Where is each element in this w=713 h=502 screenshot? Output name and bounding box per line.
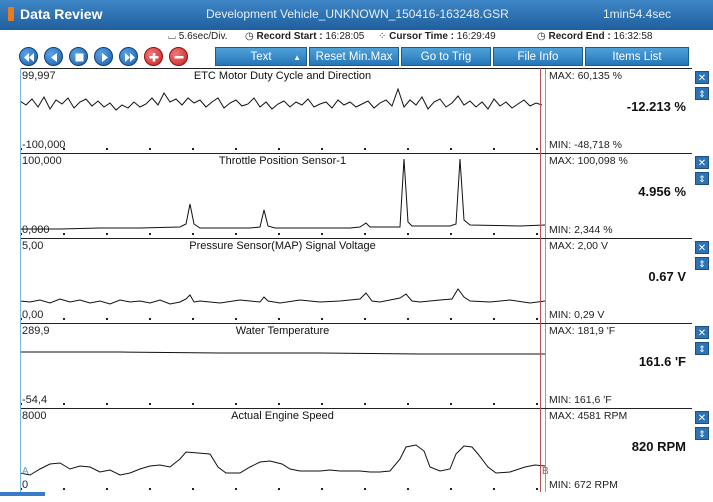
value-panel: MAX: 100,098 % 4.956 % MIN: 2,344 % ✕ ⇕ xyxy=(547,154,709,238)
go-to-trig-button[interactable]: Go to Trig xyxy=(401,47,491,66)
title-bar: Data Review Development Vehicle_UNKNOWN_… xyxy=(0,0,713,30)
reset-min-max-button[interactable]: Reset Min.Max xyxy=(309,47,399,66)
clock-icon: ◷ xyxy=(245,31,254,42)
toolbar: Text ▲ Reset Min.Max Go to Trig File Info… xyxy=(0,46,713,68)
close-icon[interactable]: ✕ xyxy=(695,156,709,169)
max-value: MAX: 2,00 V xyxy=(549,240,608,252)
close-icon[interactable]: ✕ xyxy=(695,326,709,339)
info-bar: ⌴ 5.6sec/Div. ◷ Record Start : 16:28:05 … xyxy=(0,30,713,46)
crosshair-icon: ⁘ xyxy=(378,31,387,42)
min-value: MIN: 672 RPM xyxy=(549,479,618,491)
expand-icon[interactable]: ⇕ xyxy=(695,87,709,100)
value-panel: MAX: 2,00 V 0.67 V MIN: 0,29 V ✕ ⇕ xyxy=(547,239,709,323)
min-value: MIN: 161,6 'F xyxy=(549,394,612,406)
value-panel: MAX: 181,9 'F 161.6 'F MIN: 161,6 'F ✕ ⇕ xyxy=(547,324,709,408)
add-button[interactable] xyxy=(144,47,163,66)
file-info-button[interactable]: File Info xyxy=(493,47,583,66)
min-value: MIN: -48,718 % xyxy=(549,139,622,151)
remove-icon xyxy=(174,56,184,59)
stop-icon xyxy=(75,53,84,62)
cursor-time: ⁘ Cursor Time : 16:29:49 xyxy=(378,31,496,42)
file-name: Development Vehicle_UNKNOWN_150416-16324… xyxy=(206,7,509,21)
min-value: MIN: 0,29 V xyxy=(549,309,605,321)
current-value: 161.6 'F xyxy=(638,354,686,369)
window-title: Data Review xyxy=(20,6,103,22)
fast-forward-icon xyxy=(125,53,135,62)
expand-icon[interactable]: ⇕ xyxy=(695,342,709,355)
close-icon[interactable]: ✕ xyxy=(695,71,709,84)
previous-button[interactable] xyxy=(44,47,63,66)
division-label: ⌴ 5.6sec/Div. xyxy=(168,31,228,42)
cursor-b-label: B xyxy=(542,466,549,477)
min-value: MIN: 2,344 % xyxy=(549,224,613,236)
chart-panel-map-voltage: Pressure Sensor(MAP) Signal Voltage 5,00… xyxy=(20,238,709,323)
max-value: MAX: 181,9 'F xyxy=(549,325,616,337)
play-button[interactable] xyxy=(94,47,113,66)
close-icon[interactable]: ✕ xyxy=(695,411,709,424)
stop-button[interactable] xyxy=(69,47,88,66)
signal-trace xyxy=(20,444,545,476)
fast-forward-button[interactable] xyxy=(119,47,138,66)
signal-trace xyxy=(20,87,543,111)
signal-trace xyxy=(20,288,545,305)
chart-panel-engine-speed: Actual Engine Speed 8000 0 MAX: 4581 RPM… xyxy=(20,408,709,493)
items-list-button[interactable]: Items List xyxy=(585,47,689,66)
expand-icon[interactable]: ⇕ xyxy=(695,172,709,185)
cursor-b-line[interactable] xyxy=(540,68,541,492)
value-panel: MAX: 4581 RPM 820 RPM MIN: 672 RPM ✕ ⇕ xyxy=(547,409,709,493)
clock-icon: ◷ xyxy=(537,31,546,42)
chart-panel-water-temp: Water Temperature 289,9 -54,4 MAX: 181,9… xyxy=(20,323,709,408)
close-icon[interactable]: ✕ xyxy=(695,241,709,254)
add-icon xyxy=(149,53,159,62)
scrollbar-thumb[interactable] xyxy=(0,492,45,496)
division-icon: ⌴ xyxy=(168,31,176,42)
current-value: 4.956 % xyxy=(638,184,686,199)
app-icon xyxy=(8,7,14,21)
expand-icon[interactable]: ⇕ xyxy=(695,427,709,440)
horizontal-scrollbar[interactable] xyxy=(0,492,713,502)
remove-button[interactable] xyxy=(169,47,188,66)
chart-panel-throttle: Throttle Position Sensor-1 100,000 0,000… xyxy=(20,153,709,238)
chart-panel-etc-motor: ETC Motor Duty Cycle and Direction 99,99… xyxy=(20,68,709,153)
max-value: MAX: 60,135 % xyxy=(549,70,622,82)
rewind-button[interactable] xyxy=(19,47,38,66)
previous-icon xyxy=(51,53,57,62)
cursor-a-label: A xyxy=(22,466,29,477)
rewind-icon xyxy=(24,53,34,62)
cursor-a-line[interactable] xyxy=(20,68,21,492)
record-start: ◷ Record Start : 16:28:05 xyxy=(245,31,365,42)
record-end: ◷ Record End : 16:32:58 xyxy=(537,31,653,42)
expand-icon[interactable]: ⇕ xyxy=(695,257,709,270)
max-value: MAX: 100,098 % xyxy=(549,155,628,167)
current-value: 0.67 V xyxy=(648,269,686,284)
text-dropdown-label: Text xyxy=(250,51,272,63)
play-icon xyxy=(102,53,108,62)
signal-trace xyxy=(20,158,545,230)
duration: 1min54.4sec xyxy=(602,7,671,21)
max-value: MAX: 4581 RPM xyxy=(549,410,628,422)
current-value: 820 RPM xyxy=(631,439,686,454)
text-dropdown[interactable]: Text ▲ xyxy=(215,47,307,66)
chevron-updown-icon: ▲ xyxy=(293,53,301,62)
value-panel: MAX: 60,135 % -12.213 % MIN: -48,718 % ✕… xyxy=(547,69,709,153)
current-value: -12.213 % xyxy=(626,99,686,114)
signal-trace xyxy=(20,351,545,355)
